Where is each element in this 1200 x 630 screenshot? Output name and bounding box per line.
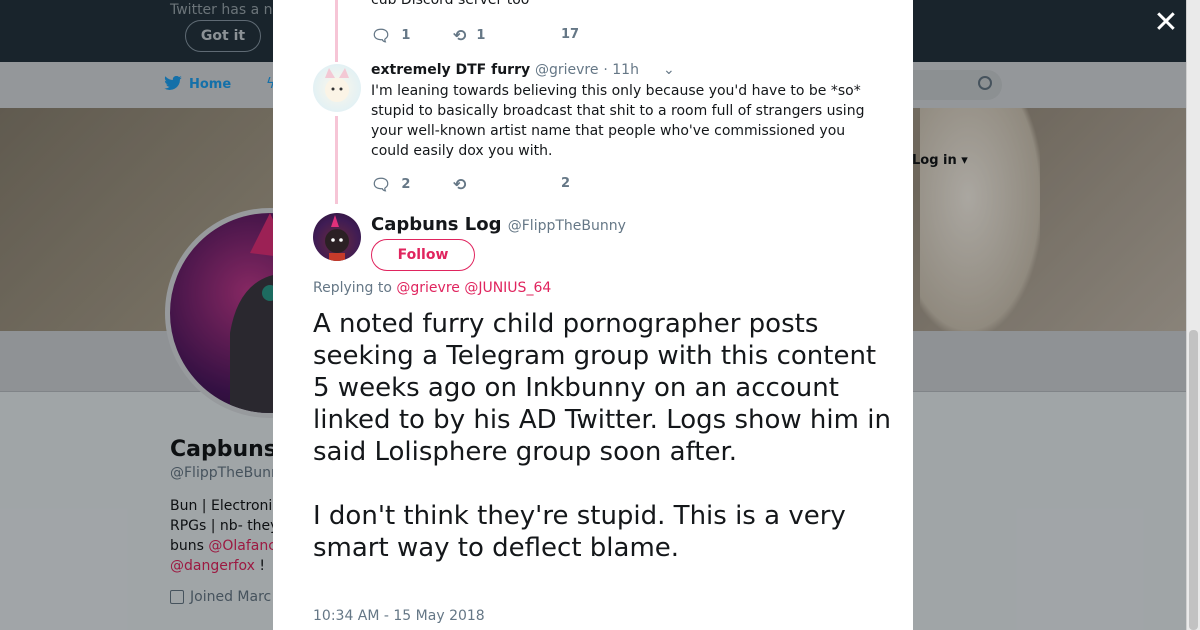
close-icon[interactable]: ✕ <box>1153 8 1179 38</box>
reply-author[interactable]: extremely DTF furry @grievre · 11h <box>371 62 639 78</box>
chevron-down-icon[interactable]: ⌄ <box>663 62 675 78</box>
avatar-art <box>325 68 349 102</box>
thread-line <box>335 116 338 204</box>
tweet-modal: cub Discord server too 🗨︎ 1 ⟲ 1 17 extreme… <box>273 0 913 630</box>
reply-button[interactable]: 🗨︎ 1 <box>371 26 410 45</box>
scrollbar-thumb[interactable] <box>1189 330 1198 630</box>
replying-to: Replying to @grievre @JUNIUS_64 <box>313 280 552 296</box>
main-tweet-text: A noted furry child pornographer posts s… <box>313 309 891 563</box>
reply-tweet-text: I'm leaning towards believing this only … <box>371 83 865 159</box>
main-avatar[interactable] <box>313 213 361 261</box>
reply-icon: 🗨︎ <box>371 26 392 45</box>
retweet-icon: ⟲ <box>453 26 467 45</box>
like-count[interactable]: 17 <box>561 27 579 42</box>
page-scrollbar[interactable] <box>1186 0 1200 630</box>
reply-icon: 🗨︎ <box>371 175 392 194</box>
like-count[interactable]: 2 <box>561 176 570 191</box>
reply-avatar[interactable] <box>313 64 361 112</box>
main-author[interactable]: Capbuns Log @FlippTheBunny <box>371 214 626 235</box>
follow-button[interactable]: Follow <box>371 239 475 271</box>
prev-tweet-text: cub Discord server too <box>371 0 530 8</box>
retweet-icon: ⟲ <box>453 175 467 194</box>
avatar-art <box>325 215 349 261</box>
reply-button[interactable]: 🗨︎ 2 <box>371 175 410 194</box>
thread-line <box>335 0 338 62</box>
retweet-button[interactable]: ⟲ <box>453 175 476 194</box>
retweet-button[interactable]: ⟲ 1 <box>453 26 485 45</box>
replying-mentions-link[interactable]: @grievre @JUNIUS_64 <box>396 280 551 296</box>
tweet-timestamp[interactable]: 10:34 AM - 15 May 2018 <box>313 608 485 624</box>
